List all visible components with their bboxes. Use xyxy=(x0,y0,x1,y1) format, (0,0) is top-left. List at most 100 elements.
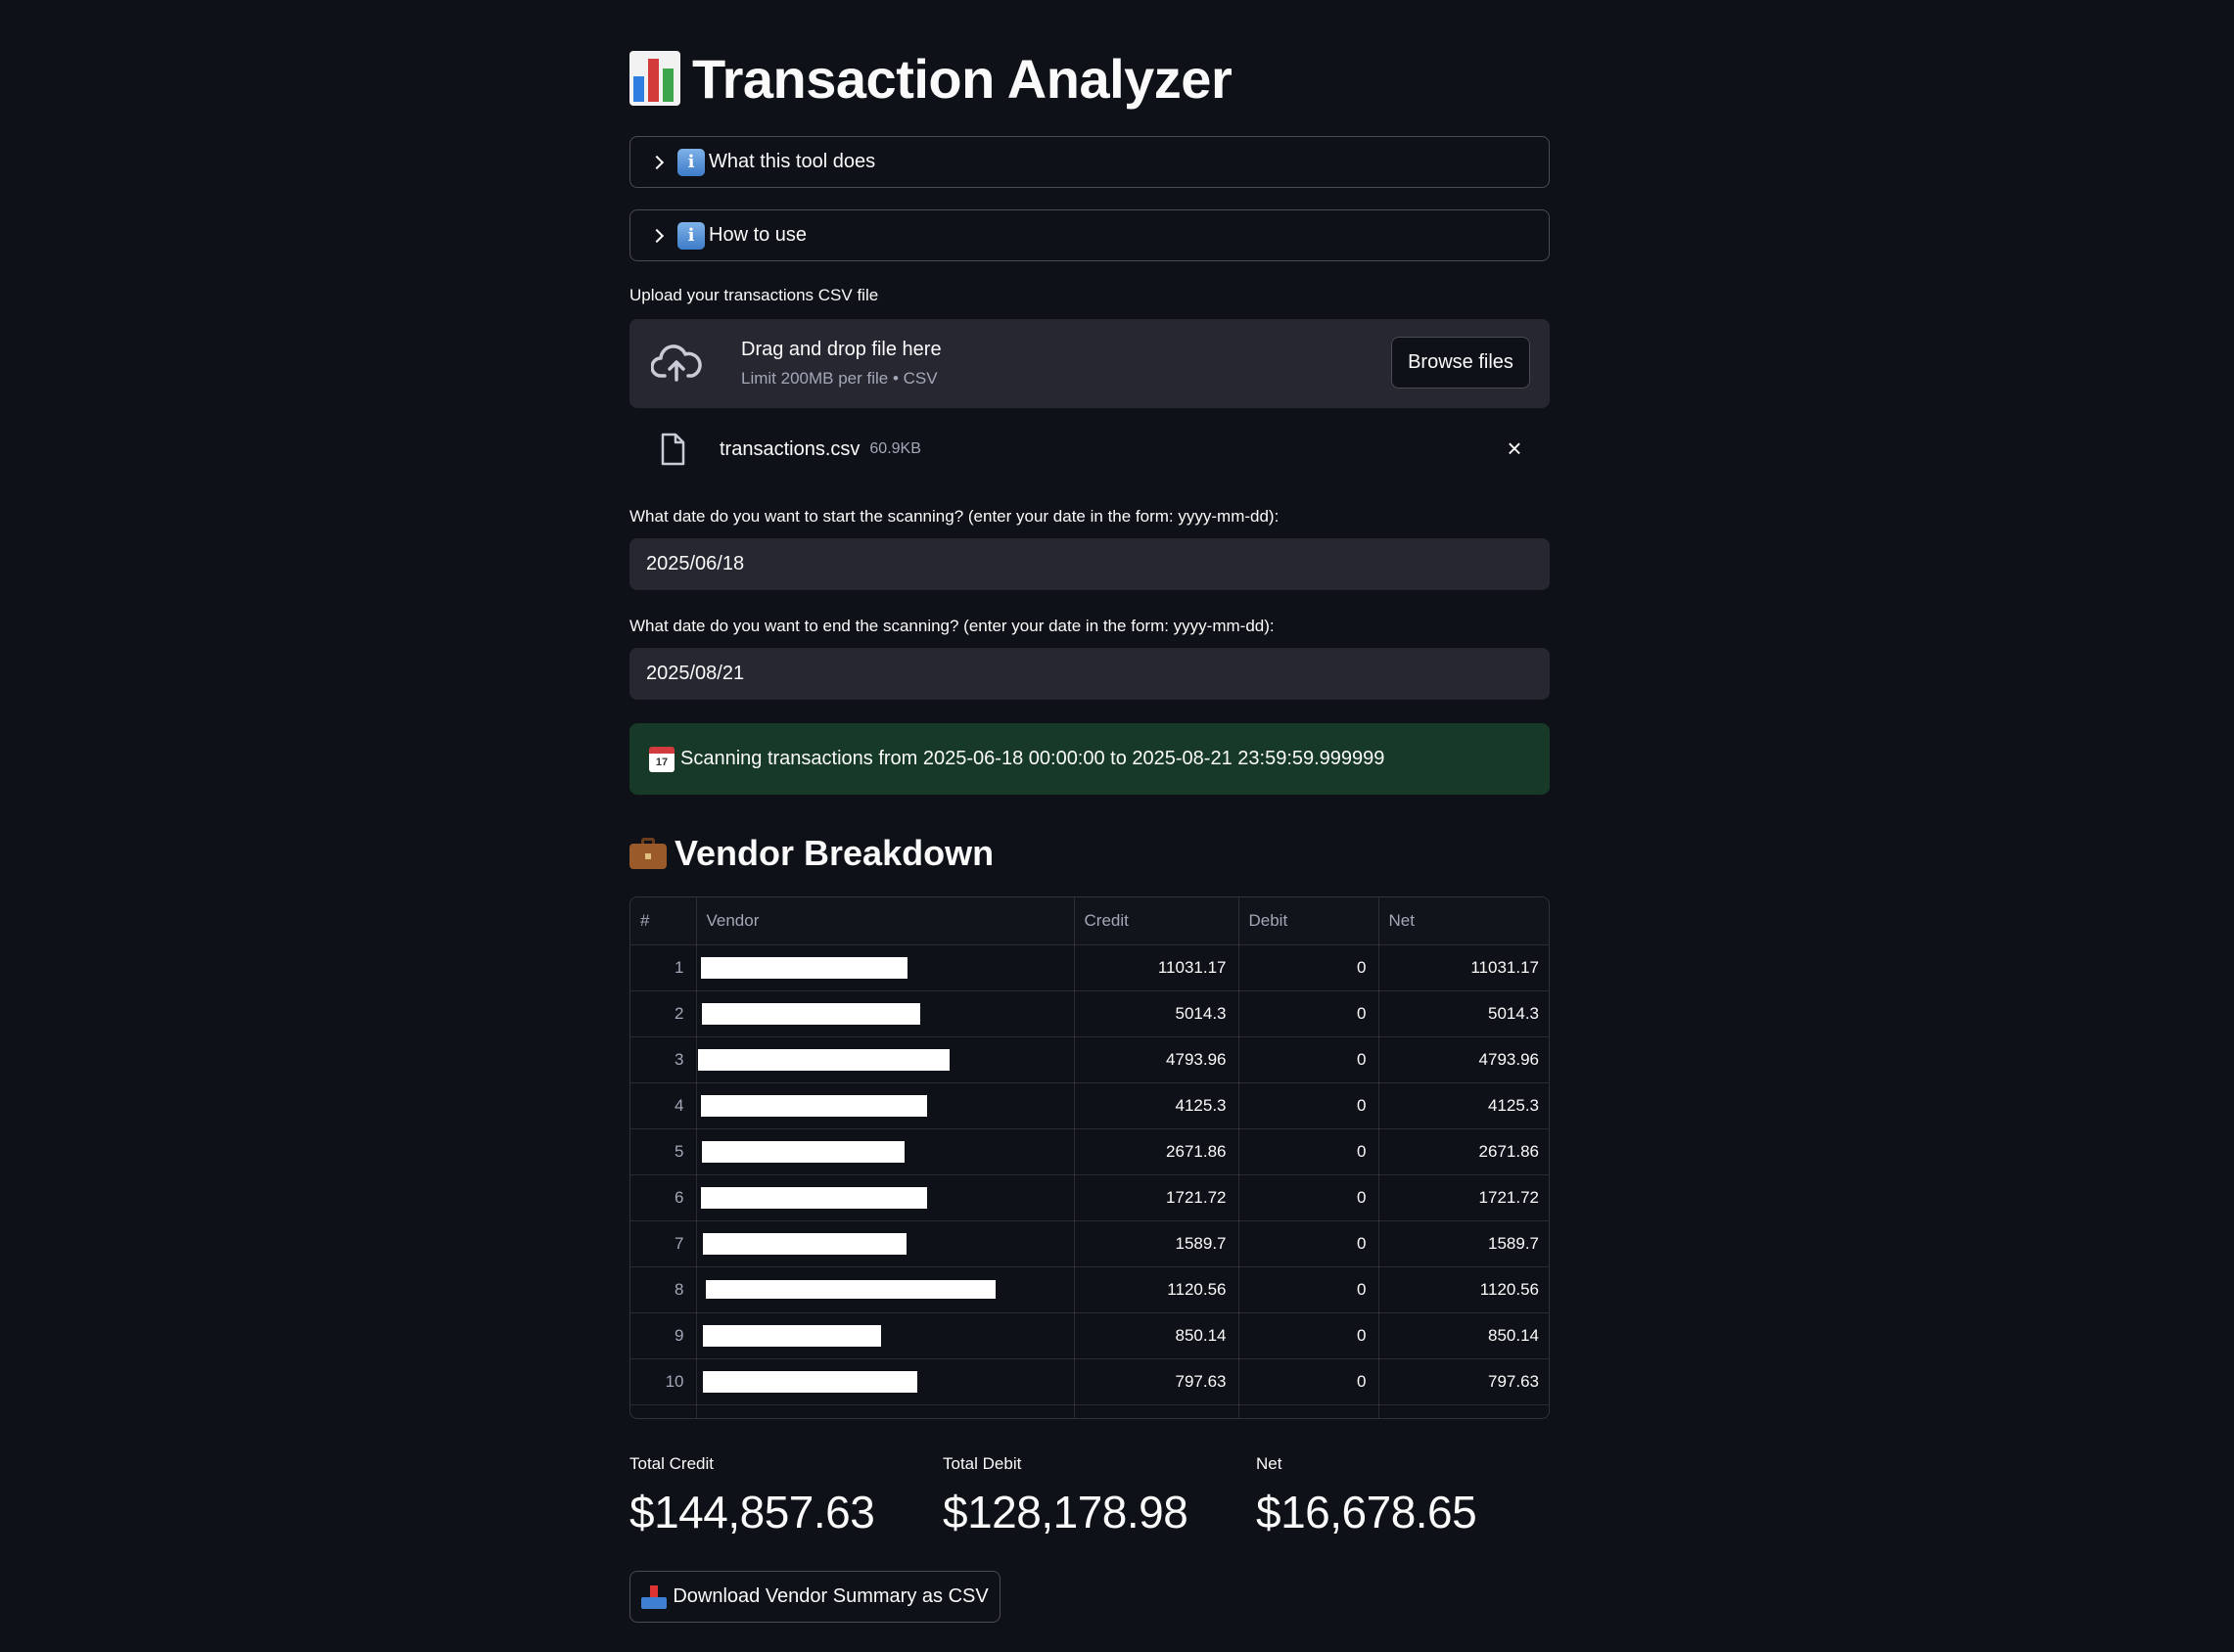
credit-cell: 2671.86 xyxy=(1074,1128,1239,1175)
row-index: 7 xyxy=(630,1220,697,1267)
download-csv-button[interactable]: Download Vendor Summary as CSV xyxy=(629,1571,1001,1623)
inbox-tray-icon xyxy=(641,1584,668,1609)
metric-value: $128,178.98 xyxy=(943,1487,1188,1537)
redaction-box xyxy=(702,1232,907,1255)
file-dropzone[interactable]: Drag and drop file here Limit 200MB per … xyxy=(629,319,1550,408)
table-row[interactable]: 2 5014.3 0 5014.3 xyxy=(630,990,1549,1037)
info-icon: i xyxy=(677,148,705,176)
row-index: 10 xyxy=(630,1358,697,1405)
section-title: Vendor Breakdown xyxy=(629,828,994,879)
row-index: 1 xyxy=(630,944,697,991)
column-header-vendor[interactable]: Vendor xyxy=(696,897,1075,945)
start-date-label: What date do you want to start the scann… xyxy=(629,507,1280,526)
credit-cell: 1721.72 xyxy=(1074,1174,1239,1221)
vendor-cell-redacted xyxy=(696,990,1075,1037)
status-message: Scanning transactions from 2025-06-18 00… xyxy=(680,748,1385,769)
cloud-upload-icon xyxy=(651,344,702,382)
debit-cell: 0 xyxy=(1238,1312,1379,1359)
net-cell: 1589.7 xyxy=(1378,1220,1549,1267)
debit-cell: 0 xyxy=(1238,1358,1379,1405)
end-date-input[interactable]: 2025/08/21 xyxy=(629,648,1550,700)
column-header-index[interactable]: # xyxy=(630,897,697,945)
metric-total-debit: Total Debit $128,178.98 xyxy=(943,1454,1188,1538)
column-header-credit[interactable]: Credit xyxy=(1074,897,1239,945)
table-row[interactable]: 7 1589.7 0 1589.7 xyxy=(630,1220,1549,1267)
net-cell: 4125.3 xyxy=(1378,1082,1549,1129)
net-cell: 4793.96 xyxy=(1378,1036,1549,1083)
debit-cell: 0 xyxy=(1238,1174,1379,1221)
credit-cell: 11031.17 xyxy=(1074,944,1239,991)
vendor-table[interactable]: # Vendor Credit Debit Net 1 11031.17 0 1… xyxy=(629,896,1550,1419)
expander-label: How to use xyxy=(709,224,808,246)
browse-files-button[interactable]: Browse files xyxy=(1391,337,1530,389)
table-header-row: # Vendor Credit Debit Net xyxy=(630,897,1549,945)
redaction-box xyxy=(697,1048,950,1071)
vendor-cell-redacted xyxy=(696,1128,1075,1175)
net-cell: 797.63 xyxy=(1378,1358,1549,1405)
page-title-text: Transaction Analyzer xyxy=(692,47,1233,110)
net-cell: 2671.86 xyxy=(1378,1128,1549,1175)
row-index: 3 xyxy=(630,1036,697,1083)
metric-label: Total Debit xyxy=(943,1454,1022,1473)
vendor-cell-redacted xyxy=(696,1036,1075,1083)
credit-cell: 1589.7 xyxy=(1074,1220,1239,1267)
net-cell: 1721.72 xyxy=(1378,1174,1549,1221)
table-row[interactable]: 9 850.14 0 850.14 xyxy=(630,1312,1549,1359)
metric-total-credit: Total Credit $144,857.63 xyxy=(629,1454,875,1538)
table-row[interactable]: 10 797.63 0 797.63 xyxy=(630,1358,1549,1405)
net-cell: 5014.3 xyxy=(1378,990,1549,1037)
metric-value: $144,857.63 xyxy=(629,1487,875,1537)
table-row[interactable]: 3 4793.96 0 4793.96 xyxy=(630,1036,1549,1083)
end-date-label: What date do you want to end the scannin… xyxy=(629,617,1275,635)
table-row[interactable]: 4 4125.3 0 4125.3 xyxy=(630,1082,1549,1129)
credit-cell: 797.63 xyxy=(1074,1358,1239,1405)
redaction-box xyxy=(705,1280,996,1299)
column-header-debit[interactable]: Debit xyxy=(1238,897,1379,945)
briefcase-icon xyxy=(629,838,667,869)
debit-cell: 0 xyxy=(1238,1036,1379,1083)
file-size: 60.9KB xyxy=(869,440,921,457)
net-cell: 11031.17 xyxy=(1378,944,1549,991)
upload-label: Upload your transactions CSV file xyxy=(629,286,879,304)
table-row-partial[interactable] xyxy=(630,1404,1549,1418)
dropzone-limit: Limit 200MB per file • CSV xyxy=(741,369,938,388)
vendor-cell-redacted xyxy=(696,1174,1075,1221)
column-header-net[interactable]: Net xyxy=(1378,897,1549,945)
start-date-input[interactable]: 2025/06/18 xyxy=(629,538,1550,590)
row-index: 5 xyxy=(630,1128,697,1175)
expander-what-this-tool-does[interactable]: i What this tool does xyxy=(629,136,1550,188)
debit-cell: 0 xyxy=(1238,1220,1379,1267)
section-title-text: Vendor Breakdown xyxy=(675,833,995,873)
table-row[interactable]: 6 1721.72 0 1721.72 xyxy=(630,1174,1549,1221)
info-icon: i xyxy=(677,221,705,250)
expander-label: What this tool does xyxy=(709,151,876,172)
metric-value: $16,678.65 xyxy=(1256,1487,1477,1537)
vendor-cell-redacted xyxy=(696,1312,1075,1359)
metric-label: Total Credit xyxy=(629,1454,714,1473)
metric-label: Net xyxy=(1256,1454,1282,1473)
bar-chart-icon xyxy=(629,51,680,106)
row-index: 4 xyxy=(630,1082,697,1129)
table-row[interactable]: 1 11031.17 0 11031.17 xyxy=(630,944,1549,991)
page-title: Transaction Analyzer xyxy=(629,43,1233,114)
debit-cell: 0 xyxy=(1238,990,1379,1037)
row-index: 8 xyxy=(630,1266,697,1313)
debit-cell: 0 xyxy=(1238,1082,1379,1129)
close-icon[interactable]: × xyxy=(1503,436,1526,461)
dropzone-title: Drag and drop file here xyxy=(741,339,942,360)
vendor-cell-redacted xyxy=(696,1266,1075,1313)
expander-how-to-use[interactable]: i How to use xyxy=(629,209,1550,261)
redaction-box xyxy=(701,1140,905,1163)
uploaded-file: transactions.csv 60.9KB × xyxy=(629,423,1550,476)
table-row[interactable]: 5 2671.86 0 2671.86 xyxy=(630,1128,1549,1175)
download-label: Download Vendor Summary as CSV xyxy=(673,1585,989,1607)
net-cell: 850.14 xyxy=(1378,1312,1549,1359)
vendor-cell-redacted xyxy=(696,1082,1075,1129)
debit-cell: 0 xyxy=(1238,944,1379,991)
metric-net: Net $16,678.65 xyxy=(1256,1454,1477,1538)
table-row[interactable]: 8 1120.56 0 1120.56 xyxy=(630,1266,1549,1313)
row-index: 9 xyxy=(630,1312,697,1359)
row-index: 2 xyxy=(630,990,697,1037)
status-alert: 17 Scanning transactions from 2025-06-18… xyxy=(629,723,1550,795)
redaction-box xyxy=(700,1186,927,1209)
